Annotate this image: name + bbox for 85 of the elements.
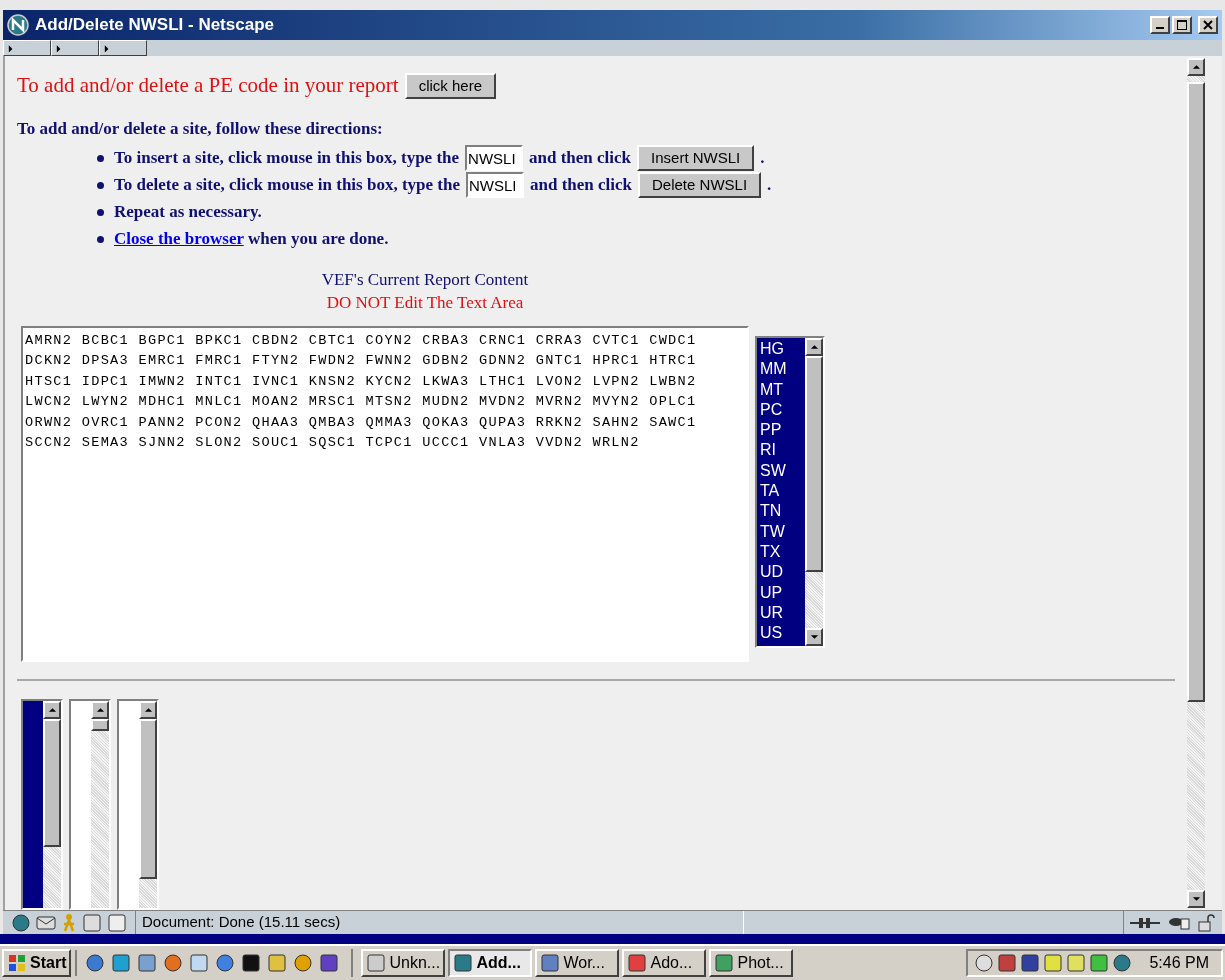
frame-list-box[interactable] xyxy=(117,699,159,910)
scroll-up-button[interactable] xyxy=(805,338,823,356)
eye-icon[interactable] xyxy=(1168,915,1190,930)
scroll-up-button[interactable] xyxy=(91,701,109,719)
tray-icon[interactable] xyxy=(1043,953,1064,973)
report-text-area[interactable]: AMRN2 BCBC1 BGPC1 BPKC1 CBDN2 CBTC1 COYN2 CRBA3 CRNC1 CRRA3 CVTC1 CWDC1 DCKN2 DPSA3 EMRC1 FMRC1 FTYN2 FWDN2 FWNN2 GDBN2 GDNN2 GNTC1 HPRC1 HTRC1 HTSC1 IDPC1 IMWN2 INTC1 IVNC1 KNSN2 KYCN2 LKWA3 LTHC1 LVON2 LVPN2 LWBN2 LWCN2 LWYN2 MDHC1 MNLC1 MOAN2 MRSC1 MTSN2 MUDN2 MVDN2 MVRN2 MVYN2 OPLC1 ORWN2 OVRC1 PANN2 PCON2 QHAA3 QMBA3 QMMA3 QOKA3 QUPA3 RRKN2 SAHN2 SAWC1 SCCN2 SEMA3 SJNN2 SLON2 SOUC1 SQSC1 TCPC1 UCCC1 VNLA3 VVDN2 WRLN2 xyxy=(21,326,749,662)
taskbar-task-button[interactable]: Add... xyxy=(448,949,533,977)
scrollbar[interactable] xyxy=(139,701,157,908)
period-text: . xyxy=(767,174,772,197)
app-icon[interactable] xyxy=(714,953,735,973)
status-text: Document: Done (15.11 secs) xyxy=(141,912,342,933)
taskbar-task-button[interactable]: Unkn... xyxy=(361,949,446,977)
bullet-icon xyxy=(97,181,104,189)
minimize-button[interactable] xyxy=(1150,16,1170,34)
period-text: . xyxy=(760,147,765,170)
bullet-icon xyxy=(97,235,104,243)
frame-list-box[interactable] xyxy=(21,699,63,910)
windows-logo-icon xyxy=(7,954,27,972)
scroll-up-button[interactable] xyxy=(43,701,61,719)
clock-text: 5:46 PM xyxy=(1148,953,1210,973)
scroll-down-button[interactable] xyxy=(805,628,823,646)
scroll-thumb[interactable] xyxy=(805,356,823,572)
collapsed-toolbar-tab[interactable] xyxy=(99,40,147,56)
up-arrow-icon xyxy=(95,706,105,714)
close-browser-link[interactable]: Close the browser xyxy=(114,229,244,249)
app-icon[interactable] xyxy=(453,953,474,973)
edit-warning: DO NOT Edit The Text Area xyxy=(326,292,524,314)
collapsed-toolbar-tab[interactable] xyxy=(51,40,99,56)
scroll-thumb[interactable] xyxy=(91,719,109,731)
insert-button[interactable]: Insert NWSLI xyxy=(637,145,755,171)
tray-icon[interactable] xyxy=(997,953,1018,973)
scrollbar[interactable] xyxy=(805,338,823,646)
pe-code-instruction: To add and/or delete a PE code in your report xyxy=(17,72,399,99)
taskbar-task-button[interactable]: Phot... xyxy=(709,949,794,977)
maximize-button[interactable] xyxy=(1172,16,1192,34)
quick-launch-icon[interactable] xyxy=(241,953,262,973)
window-title: Add/Delete NWSLI - Netscape xyxy=(35,14,275,37)
up-arrow-icon xyxy=(1191,63,1201,71)
direction-text: Repeat as necessary. xyxy=(114,201,262,224)
scrollbar[interactable] xyxy=(43,701,61,908)
quick-launch-icon[interactable] xyxy=(163,953,184,973)
direction-text: To delete a site, click mouse in this box, type the xyxy=(114,174,460,197)
maximize-icon xyxy=(1177,20,1187,30)
nwsli-input[interactable]: NWSLI xyxy=(465,145,524,171)
down-arrow-icon xyxy=(809,633,819,641)
mail-icon[interactable] xyxy=(36,914,56,931)
nwsli-input[interactable]: NWSLI xyxy=(466,172,524,198)
scroll-thumb[interactable] xyxy=(43,719,61,847)
app-icon[interactable] xyxy=(627,953,648,973)
scroll-down-button[interactable] xyxy=(1187,890,1205,908)
tray-icon[interactable] xyxy=(974,953,995,973)
close-button[interactable] xyxy=(1198,16,1218,34)
lock-icon[interactable] xyxy=(1198,913,1216,932)
scroll-thumb[interactable] xyxy=(139,719,157,879)
click-here-button[interactable]: click here xyxy=(404,72,496,99)
up-arrow-icon xyxy=(809,343,819,351)
quick-launch-icon[interactable] xyxy=(319,953,340,973)
up-arrow-icon xyxy=(143,706,153,714)
netscape-logo-icon xyxy=(7,14,29,36)
scroll-up-button[interactable] xyxy=(1187,58,1205,76)
delete-button[interactable]: Delete NWSLI xyxy=(638,172,762,198)
minimize-icon xyxy=(1156,27,1164,29)
direction-text: Close the browser when you are done. xyxy=(114,228,389,251)
down-arrow-icon xyxy=(1191,895,1201,903)
taskbar-task-button[interactable]: Ado... xyxy=(622,949,707,977)
scroll-thumb[interactable] xyxy=(1187,82,1205,702)
bullet-icon xyxy=(97,154,104,162)
bullet-icon xyxy=(97,208,104,216)
up-arrow-icon xyxy=(47,706,57,714)
direction-text: and then click xyxy=(530,174,632,197)
connection-icon[interactable] xyxy=(1130,916,1160,929)
taskbar-task-button[interactable]: Wor... xyxy=(535,949,620,977)
directions-heading: To add and/or delete a site, follow these directions: xyxy=(16,117,384,140)
tray-icon[interactable] xyxy=(1089,953,1110,973)
scrollbar[interactable] xyxy=(91,701,109,908)
direction-text: and then click xyxy=(529,147,632,170)
direction-text: To insert a site, click mouse in this box, type the xyxy=(114,147,460,170)
report-title: VEF's Current Report Content xyxy=(321,269,529,291)
collapsed-toolbar-tab[interactable] xyxy=(3,40,51,56)
app-icon[interactable] xyxy=(366,953,387,973)
close-icon xyxy=(1203,20,1213,30)
start-button[interactable]: Start xyxy=(2,949,72,977)
app-icon[interactable] xyxy=(540,953,561,973)
scroll-up-button[interactable] xyxy=(139,701,157,719)
scrollbar[interactable] xyxy=(1187,58,1205,908)
